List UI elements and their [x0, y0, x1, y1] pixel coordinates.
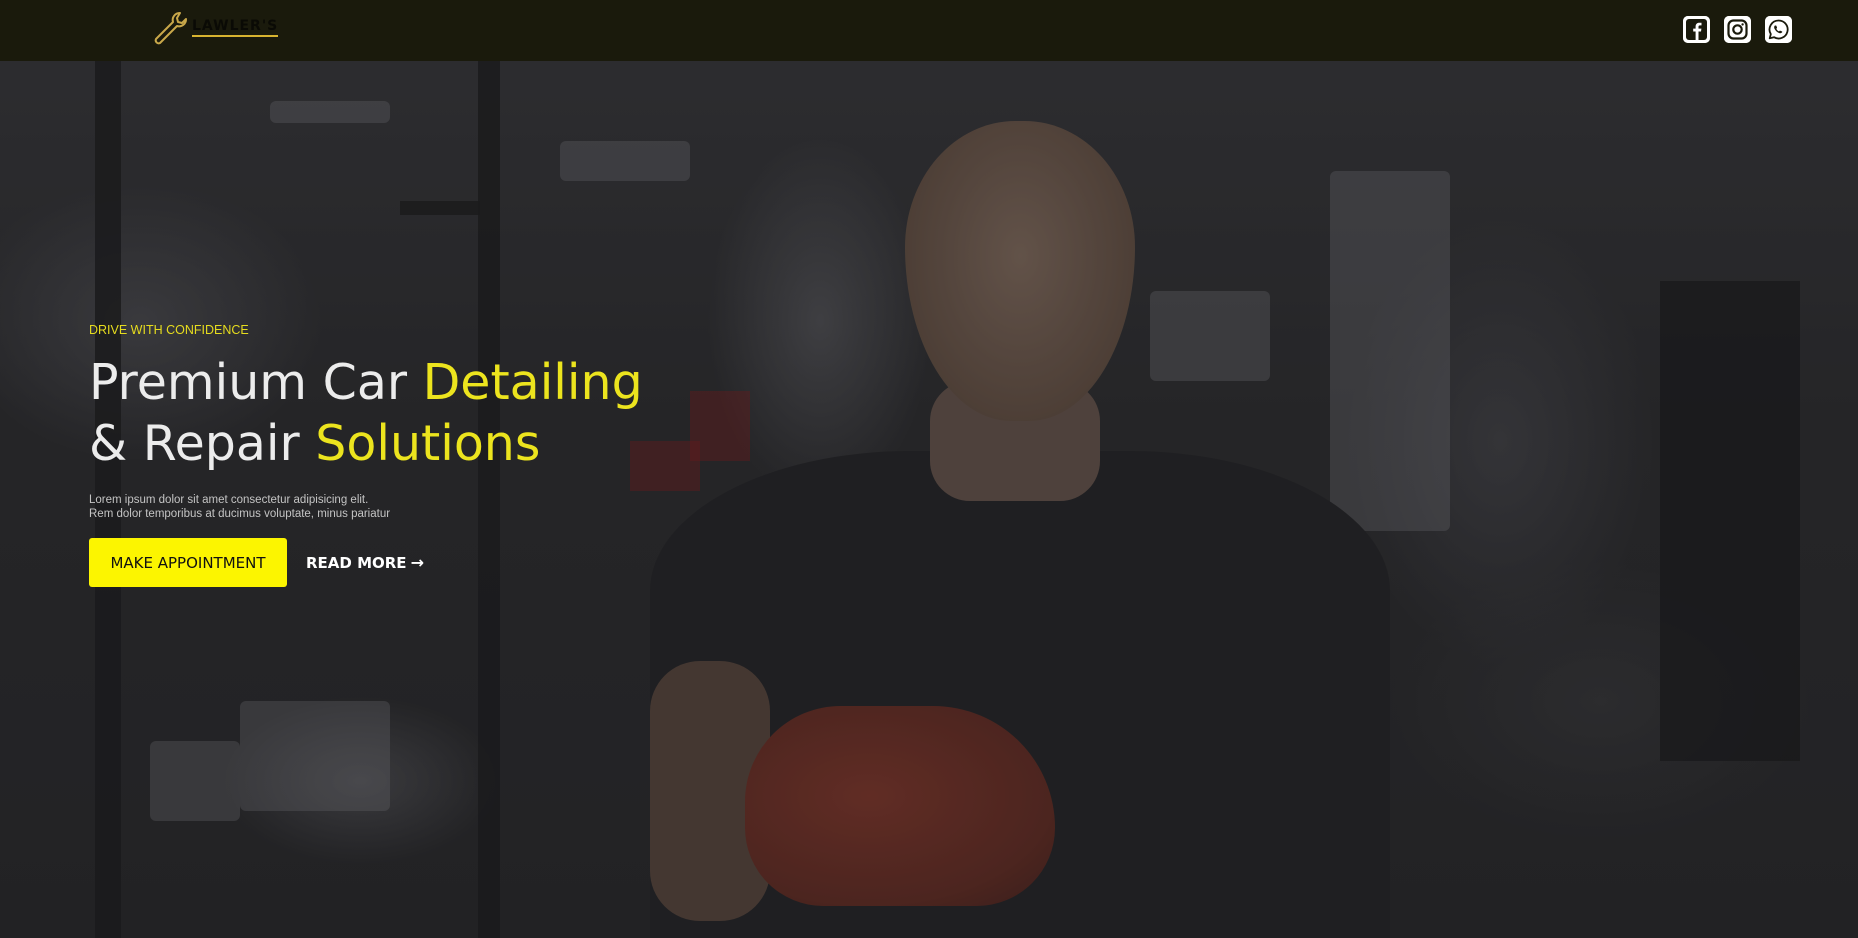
read-more-label: READ MORE [306, 553, 407, 572]
headline-highlight-1: Detailing [422, 354, 643, 411]
hero-eyebrow: DRIVE WITH CONFIDENCE [89, 323, 249, 337]
logo-text: LAWLER'S [192, 18, 279, 37]
wrench-icon [154, 12, 187, 45]
make-appointment-button[interactable]: MAKE APPOINTMENT [89, 538, 287, 587]
read-more-link[interactable]: READ MORE → [306, 538, 424, 587]
facebook-icon [1683, 16, 1710, 43]
headline-text-2: & Repair [89, 415, 316, 472]
headline-text-1: Premium Car [89, 354, 423, 411]
arrow-right-icon: → [410, 553, 424, 572]
social-links [1683, 16, 1792, 43]
description-line-2: Rem dolor temporibus at ducimus voluptat… [89, 508, 391, 520]
site-header: LAWLER'S [0, 0, 1858, 61]
logo[interactable]: LAWLER'S [150, 10, 279, 46]
description-line-1: Lorem ipsum dolor sit amet consectetur a… [89, 494, 369, 506]
hero-headline: Premium Car Detailing & Repair Solutions [89, 352, 789, 474]
facebook-link[interactable] [1683, 16, 1710, 43]
whatsapp-link[interactable] [1765, 16, 1792, 43]
instagram-icon [1724, 16, 1751, 43]
instagram-link[interactable] [1724, 16, 1751, 43]
headline-highlight-2: Solutions [315, 415, 541, 472]
hero-description: Lorem ipsum dolor sit amet consectetur a… [89, 493, 489, 521]
whatsapp-icon [1765, 16, 1792, 43]
